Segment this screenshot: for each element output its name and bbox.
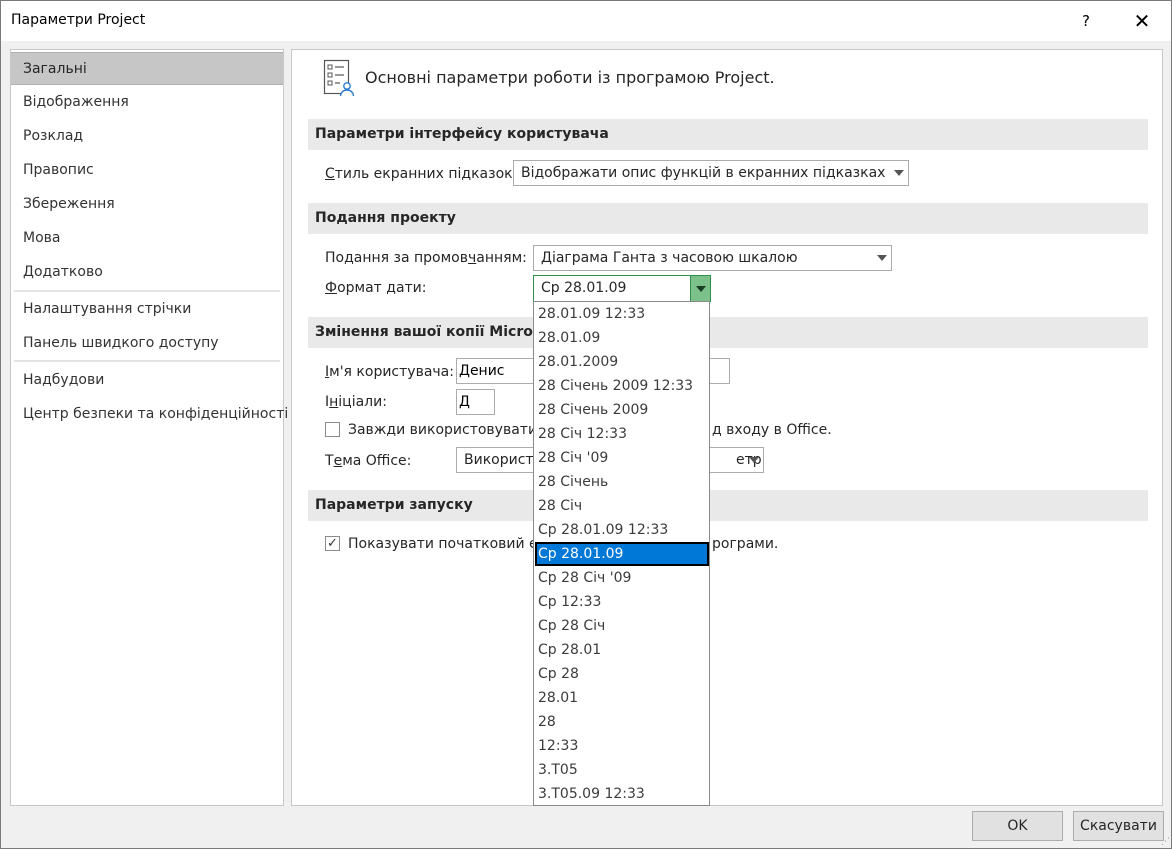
section-header-ui: Параметри інтерфейсу користувача	[308, 119, 1148, 150]
date-format-option[interactable]: Ср 28.01	[535, 638, 709, 662]
nav-item-proofing[interactable]: Правопис	[11, 154, 283, 187]
nav-item-trust-center[interactable]: Центр безпеки та конфіденційності	[11, 398, 288, 431]
cancel-button[interactable]: Скасувати	[1073, 811, 1164, 841]
always-use-values-label-start: Завжди використовувати ц	[348, 422, 552, 438]
nav-item-language[interactable]: Мова	[11, 222, 283, 255]
date-format-option[interactable]: 28.01	[535, 686, 709, 710]
date-format-option[interactable]: Ср 28	[535, 662, 709, 686]
date-format-option[interactable]: 12:33	[535, 734, 709, 758]
nav-divider	[14, 360, 280, 362]
section-header-project-view: Подання проекту	[308, 203, 1148, 234]
section-header-personalize: Змінення вашої копії Microsoft Office	[308, 317, 1148, 348]
category-nav: Загальні Відображення Розклад Правопис З…	[10, 49, 288, 806]
date-format-option[interactable]: Ср 28.01.09 12:33	[535, 518, 709, 542]
general-options-panel: Основні параметри роботи із програмою Pr…	[291, 49, 1163, 806]
nav-item-ribbon[interactable]: Налаштування стрічки	[11, 293, 283, 326]
date-format-option[interactable]: 28	[535, 710, 709, 734]
nav-item-general[interactable]: Загальні	[11, 52, 283, 85]
always-use-values-label-end: д входу в Office.	[712, 422, 832, 438]
date-format-option[interactable]: Ср 28 Січ	[535, 614, 709, 638]
initials-label: Ініціали:	[325, 394, 387, 410]
title-bar: Параметри Project ? ✕	[1, 1, 1171, 41]
date-format-option[interactable]: 3.Т05.09 12:33	[535, 782, 709, 805]
help-button[interactable]: ?	[1075, 7, 1097, 35]
show-start-screen-label-end: рограми.	[712, 536, 779, 552]
chevron-down-icon	[877, 255, 887, 261]
nav-divider	[14, 290, 280, 292]
default-view-value: Діаграма Ганта з часовою шкалою	[541, 250, 798, 266]
date-format-option[interactable]: 28.01.09 12:33	[535, 302, 709, 326]
office-theme-label: Тема Office:	[325, 453, 412, 469]
screentip-style-select[interactable]: Відображати опис функцій в екранних підк…	[513, 160, 909, 186]
chevron-down-icon	[749, 457, 759, 463]
resize-grip-icon[interactable]: ⋰	[1161, 837, 1171, 847]
date-format-option[interactable]: 28 Січ 12:33	[535, 422, 709, 446]
nav-item-advanced[interactable]: Додатково	[11, 256, 283, 289]
show-start-screen-checkbox[interactable]: ✓	[325, 536, 340, 551]
date-format-option-selected[interactable]: Ср 28.01.09	[535, 542, 709, 566]
screentip-style-label: Стиль екранних підказок:	[325, 166, 518, 182]
options-dialog: Параметри Project ? ✕ Загальні Відображе…	[0, 0, 1172, 849]
date-format-option[interactable]: 28 Січень	[535, 470, 709, 494]
date-format-option[interactable]: 3.Т05	[535, 758, 709, 782]
screentip-style-value: Відображати опис функцій в екранних підк…	[521, 165, 886, 181]
panel-heading: Основні параметри роботи із програмою Pr…	[365, 68, 775, 87]
date-format-select[interactable]: Ср 28.01.09	[533, 275, 711, 302]
always-use-values-checkbox[interactable]	[325, 422, 340, 437]
date-format-option[interactable]: 28 Січень 2009	[535, 398, 709, 422]
show-start-screen-label-start: Показувати початковий ек	[348, 536, 547, 552]
date-format-value: Ср 28.01.09	[541, 280, 627, 296]
dialog-title: Параметри Project	[11, 12, 146, 28]
section-header-startup: Параметри запуску	[308, 490, 1148, 521]
date-format-dropdown-list[interactable]: 28.01.09 12:33 28.01.09 28.01.2009 28 Сі…	[533, 301, 710, 806]
office-theme-value-start: Використо	[464, 452, 543, 468]
date-format-option[interactable]: Ср 12:33	[535, 590, 709, 614]
date-format-option[interactable]: Ср 28 Січ '09	[535, 566, 709, 590]
date-format-option[interactable]: 28.01.09	[535, 326, 709, 350]
username-label: Ім'я користувача:	[325, 364, 454, 380]
default-view-select[interactable]: Діаграма Ганта з часовою шкалою	[533, 245, 892, 271]
ok-button[interactable]: OK	[972, 811, 1063, 841]
date-format-label: Формат дати:	[325, 280, 427, 296]
chevron-down-icon	[894, 170, 904, 176]
chevron-down-icon[interactable]	[690, 276, 710, 301]
date-format-option[interactable]: 28.01.2009	[535, 350, 709, 374]
date-format-option[interactable]: 28 Січ '09	[535, 446, 709, 470]
nav-item-schedule[interactable]: Розклад	[11, 120, 283, 153]
initials-input[interactable]: Д	[456, 389, 495, 415]
nav-item-qat[interactable]: Панель швидкого доступу	[11, 327, 283, 360]
default-view-label: Подання за промовчанням:	[325, 250, 527, 266]
date-format-option[interactable]: 28 Січень 2009 12:33	[535, 374, 709, 398]
options-list-icon	[323, 59, 355, 97]
nav-item-save[interactable]: Збереження	[11, 188, 283, 221]
nav-item-display[interactable]: Відображення	[11, 86, 283, 119]
date-format-option[interactable]: 28 Січ	[535, 494, 709, 518]
close-button[interactable]: ✕	[1125, 7, 1159, 35]
nav-item-addins[interactable]: Надбудови	[11, 364, 283, 397]
